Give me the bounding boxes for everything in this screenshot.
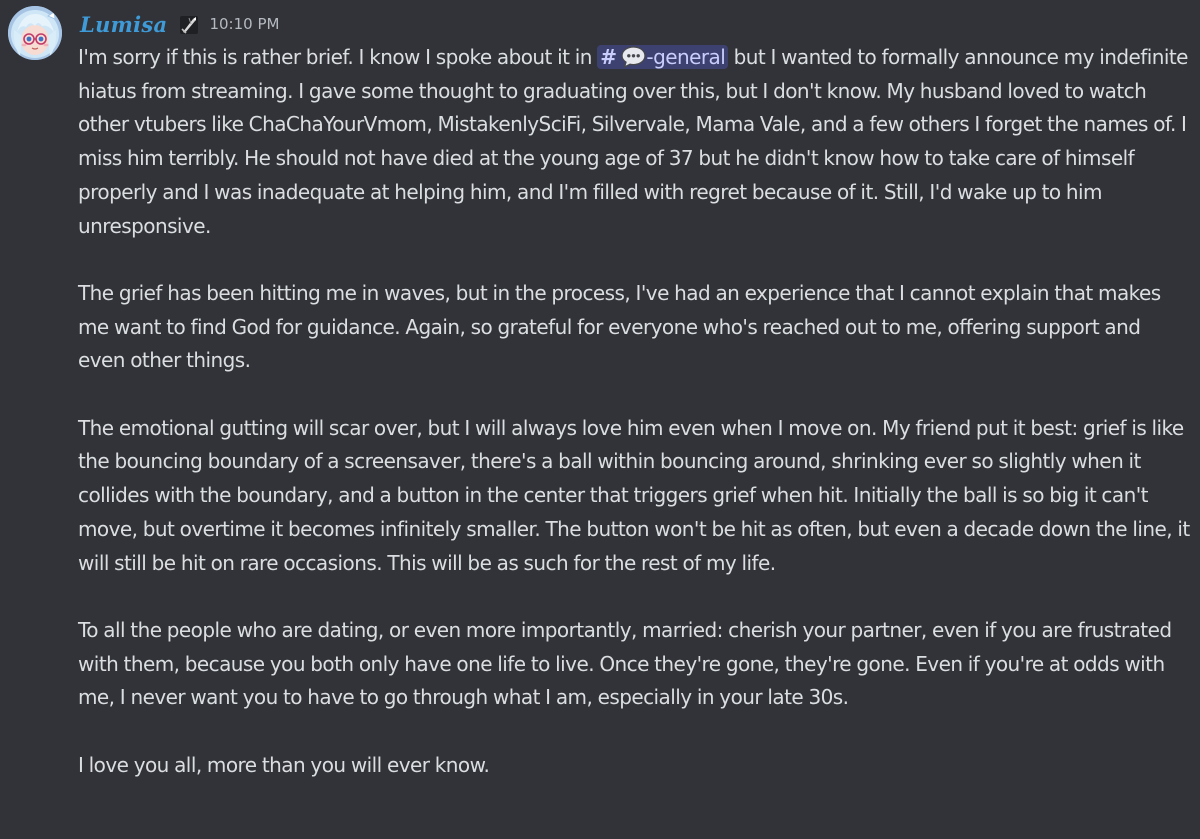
avatar-anime-girl-icon [8, 6, 62, 60]
message-timestamp: 10:10 PM [209, 15, 280, 33]
message-paragraph: To all the people who are dating, or eve… [78, 617, 1172, 710]
message-header: Lumisa 10:10 PM [80, 8, 279, 40]
channel-name: -general [646, 45, 726, 69]
avatar[interactable] [8, 6, 62, 60]
chat-message: Lumisa 10:10 PM I'm sorry if this is rat… [0, 0, 1200, 839]
sword-badge-icon[interactable] [179, 14, 199, 36]
paragraph-text: I'm sorry if this is rather brief. I kno… [78, 45, 598, 69]
message-content: I'm sorry if this is rather brief. I kno… [78, 41, 1190, 782]
paragraph-text: but I wanted to formally announce my ind… [78, 45, 1188, 238]
speech-bubble-icon [621, 45, 647, 69]
message-paragraph: I'm sorry if this is rather brief. I kno… [78, 41, 1190, 243]
hash-icon: # [600, 45, 617, 69]
message-paragraph: The emotional gutting will scar over, bu… [78, 415, 1190, 575]
message-paragraph: I love you all, more than you will ever … [78, 752, 490, 777]
message-paragraph: The grief has been hitting me in waves, … [78, 280, 1161, 373]
username[interactable]: Lumisa [80, 12, 167, 37]
channel-mention[interactable]: # -general [597, 45, 729, 69]
